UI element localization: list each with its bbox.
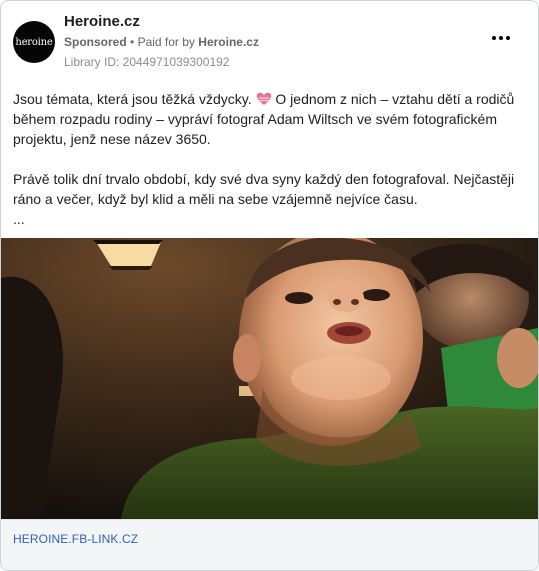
avatar-logo-text: heroine [15,36,53,48]
sponsored-label: Sponsored [64,35,127,49]
heart-emoji-icon [256,92,271,105]
paid-for-name: Heroine.cz [198,35,259,49]
advertiser-name[interactable]: Heroine.cz [64,13,140,30]
destination-link[interactable]: HEROINE.FB-LINK.CZ [13,532,138,546]
see-more-ellipsis[interactable]: ... [13,209,525,229]
ad-header: heroine Heroine.cz Sponsored • Paid for … [13,13,526,71]
advertiser-avatar[interactable]: heroine [13,21,55,63]
photo-illustration [1,238,538,519]
post-paragraph-2: Právě tolik dní trvalo období, kdy své d… [13,171,515,207]
library-id: Library ID: 2044971039300192 [64,55,230,69]
separator-dot: • [130,35,138,49]
ad-footer: HEROINE.FB-LINK.CZ [1,519,538,570]
post-paragraph-1: Jsou témata, která jsou těžká vždycky. O… [13,89,525,149]
sponsored-line: Sponsored • Paid for by Heroine.cz [64,35,259,49]
post-text: Jsou témata, která jsou těžká vždycky. O… [13,89,525,229]
ad-card: heroine Heroine.cz Sponsored • Paid for … [0,0,539,571]
paid-for-prefix: Paid for by [137,35,195,49]
post-text-line1-start: Jsou témata, která jsou těžká vždycky. [13,91,252,107]
ad-photo[interactable] [1,238,538,519]
more-options-icon[interactable] [490,33,512,43]
